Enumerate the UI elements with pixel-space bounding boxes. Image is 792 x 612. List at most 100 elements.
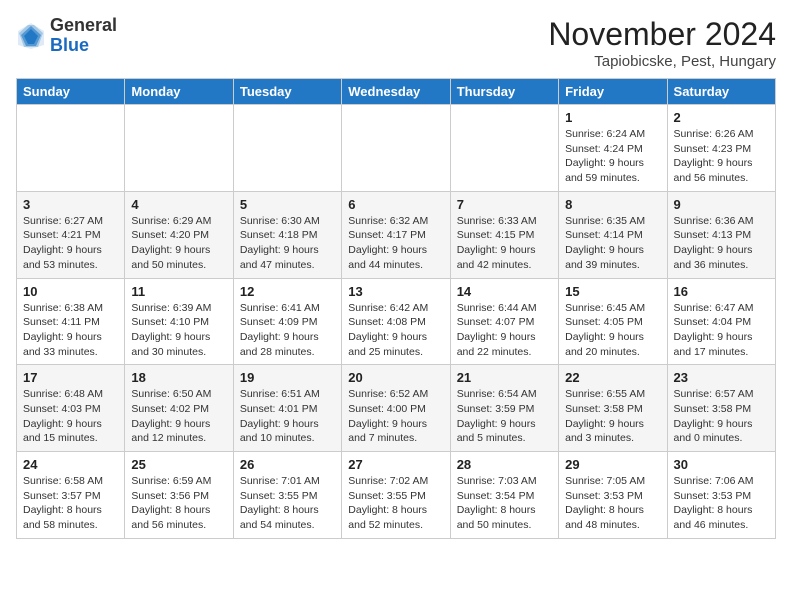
day-info: Sunrise: 6:59 AM Sunset: 3:56 PM Dayligh… (131, 474, 226, 533)
day-info: Sunrise: 6:47 AM Sunset: 4:04 PM Dayligh… (674, 301, 769, 360)
table-row: 6 Sunrise: 6:32 AM Sunset: 4:17 PM Daylig… (342, 191, 450, 278)
day-number: 10 (23, 284, 118, 299)
calendar-table: Sunday Monday Tuesday Wednesday Thursday… (16, 78, 776, 539)
calendar-body: 1 Sunrise: 6:24 AM Sunset: 4:24 PM Daylig… (17, 105, 776, 539)
day-info: Sunrise: 6:58 AM Sunset: 3:57 PM Dayligh… (23, 474, 118, 533)
day-info: Sunrise: 6:44 AM Sunset: 4:07 PM Dayligh… (457, 301, 552, 360)
table-row: 17 Sunrise: 6:48 AM Sunset: 4:03 PM Dayli… (17, 365, 125, 452)
day-info: Sunrise: 6:50 AM Sunset: 4:02 PM Dayligh… (131, 387, 226, 446)
day-info: Sunrise: 6:39 AM Sunset: 4:10 PM Dayligh… (131, 301, 226, 360)
day-number: 28 (457, 457, 552, 472)
day-number: 18 (131, 370, 226, 385)
day-number: 3 (23, 197, 118, 212)
table-row: 5Sunrise: 6:30 AM Sunset: 4:18 PM Daylig… (233, 191, 341, 278)
table-row: 19 Sunrise: 6:51 AM Sunset: 4:01 PM Dayli… (233, 365, 341, 452)
table-row (233, 105, 341, 192)
day-number: 6 (348, 197, 443, 212)
day-number: 16 (674, 284, 769, 299)
table-row: 15Sunrise: 6:45 AM Sunset: 4:05 PM Dayli… (559, 278, 667, 365)
calendar-week-row: 24 Sunrise: 6:58 AM Sunset: 3:57 PM Dayli… (17, 452, 776, 539)
table-row: 25 Sunrise: 6:59 AM Sunset: 3:56 PM Dayli… (125, 452, 233, 539)
table-row: 7Sunrise: 6:33 AM Sunset: 4:15 PM Daylig… (450, 191, 558, 278)
logo: General Blue (16, 16, 117, 56)
table-row: 22 Sunrise: 6:55 AM Sunset: 3:58 PM Dayli… (559, 365, 667, 452)
table-row: 1 Sunrise: 6:24 AM Sunset: 4:24 PM Daylig… (559, 105, 667, 192)
day-info: Sunrise: 7:02 AM Sunset: 3:55 PM Dayligh… (348, 474, 443, 533)
table-row (125, 105, 233, 192)
day-number: 11 (131, 284, 226, 299)
table-row (17, 105, 125, 192)
day-number: 1 (565, 110, 660, 125)
table-row: 30 Sunrise: 7:06 AM Sunset: 3:53 PM Dayli… (667, 452, 775, 539)
table-row: 18 Sunrise: 6:50 AM Sunset: 4:02 PM Dayli… (125, 365, 233, 452)
day-info: Sunrise: 6:55 AM Sunset: 3:58 PM Dayligh… (565, 387, 660, 446)
table-row: 11 Sunrise: 6:39 AM Sunset: 4:10 PM Dayli… (125, 278, 233, 365)
day-info: Sunrise: 7:06 AM Sunset: 3:53 PM Dayligh… (674, 474, 769, 533)
logo-icon (16, 21, 46, 51)
day-info: Sunrise: 7:03 AM Sunset: 3:54 PM Dayligh… (457, 474, 552, 533)
day-info: Sunrise: 7:01 AM Sunset: 3:55 PM Dayligh… (240, 474, 335, 533)
day-info: Sunrise: 6:35 AM Sunset: 4:14 PM Dayligh… (565, 214, 660, 273)
day-info: Sunrise: 6:51 AM Sunset: 4:01 PM Dayligh… (240, 387, 335, 446)
day-info: Sunrise: 7:05 AM Sunset: 3:53 PM Dayligh… (565, 474, 660, 533)
logo-text: General Blue (50, 16, 117, 56)
day-number: 19 (240, 370, 335, 385)
table-row: 21Sunrise: 6:54 AM Sunset: 3:59 PM Dayli… (450, 365, 558, 452)
day-info: Sunrise: 6:26 AM Sunset: 4:23 PM Dayligh… (674, 127, 769, 186)
day-number: 22 (565, 370, 660, 385)
day-number: 30 (674, 457, 769, 472)
logo-blue-text: Blue (50, 36, 117, 56)
day-info: Sunrise: 6:42 AM Sunset: 4:08 PM Dayligh… (348, 301, 443, 360)
day-info: Sunrise: 6:57 AM Sunset: 3:58 PM Dayligh… (674, 387, 769, 446)
calendar-header: Sunday Monday Tuesday Wednesday Thursday… (17, 79, 776, 105)
day-info: Sunrise: 6:32 AM Sunset: 4:17 PM Dayligh… (348, 214, 443, 273)
day-info: Sunrise: 6:41 AM Sunset: 4:09 PM Dayligh… (240, 301, 335, 360)
day-number: 2 (674, 110, 769, 125)
table-row: 8 Sunrise: 6:35 AM Sunset: 4:14 PM Daylig… (559, 191, 667, 278)
day-info: Sunrise: 6:52 AM Sunset: 4:00 PM Dayligh… (348, 387, 443, 446)
calendar-week-row: 1 Sunrise: 6:24 AM Sunset: 4:24 PM Daylig… (17, 105, 776, 192)
day-info: Sunrise: 6:38 AM Sunset: 4:11 PM Dayligh… (23, 301, 118, 360)
location-title: Tapiobicske, Pest, Hungary (548, 53, 776, 70)
col-monday: Monday (125, 79, 233, 105)
table-row: 29 Sunrise: 7:05 AM Sunset: 3:53 PM Dayli… (559, 452, 667, 539)
day-number: 8 (565, 197, 660, 212)
header: General Blue November 2024 Tapiobicske, … (16, 16, 776, 70)
month-title: November 2024 (548, 16, 776, 53)
day-number: 29 (565, 457, 660, 472)
col-wednesday: Wednesday (342, 79, 450, 105)
table-row: 28 Sunrise: 7:03 AM Sunset: 3:54 PM Dayli… (450, 452, 558, 539)
col-tuesday: Tuesday (233, 79, 341, 105)
day-number: 13 (348, 284, 443, 299)
day-number: 25 (131, 457, 226, 472)
table-row: 2 Sunrise: 6:26 AM Sunset: 4:23 PM Daylig… (667, 105, 775, 192)
col-thursday: Thursday (450, 79, 558, 105)
col-saturday: Saturday (667, 79, 775, 105)
day-info: Sunrise: 6:33 AM Sunset: 4:15 PM Dayligh… (457, 214, 552, 273)
day-info: Sunrise: 6:27 AM Sunset: 4:21 PM Dayligh… (23, 214, 118, 273)
table-row: 10 Sunrise: 6:38 AM Sunset: 4:11 PM Dayli… (17, 278, 125, 365)
day-info: Sunrise: 6:24 AM Sunset: 4:24 PM Dayligh… (565, 127, 660, 186)
col-friday: Friday (559, 79, 667, 105)
logo-general-text: General (50, 16, 117, 36)
day-number: 17 (23, 370, 118, 385)
day-number: 24 (23, 457, 118, 472)
table-row: 13 Sunrise: 6:42 AM Sunset: 4:08 PM Dayli… (342, 278, 450, 365)
table-row: 9Sunrise: 6:36 AM Sunset: 4:13 PM Daylig… (667, 191, 775, 278)
calendar-week-row: 10 Sunrise: 6:38 AM Sunset: 4:11 PM Dayli… (17, 278, 776, 365)
day-number: 12 (240, 284, 335, 299)
day-number: 26 (240, 457, 335, 472)
day-number: 20 (348, 370, 443, 385)
day-number: 5 (240, 197, 335, 212)
table-row: 23Sunrise: 6:57 AM Sunset: 3:58 PM Dayli… (667, 365, 775, 452)
col-sunday: Sunday (17, 79, 125, 105)
day-number: 15 (565, 284, 660, 299)
calendar-week-row: 17 Sunrise: 6:48 AM Sunset: 4:03 PM Dayli… (17, 365, 776, 452)
table-row: 3 Sunrise: 6:27 AM Sunset: 4:21 PM Daylig… (17, 191, 125, 278)
table-row: 27Sunrise: 7:02 AM Sunset: 3:55 PM Dayli… (342, 452, 450, 539)
day-info: Sunrise: 6:48 AM Sunset: 4:03 PM Dayligh… (23, 387, 118, 446)
table-row (342, 105, 450, 192)
table-row: 12 Sunrise: 6:41 AM Sunset: 4:09 PM Dayli… (233, 278, 341, 365)
weekday-row: Sunday Monday Tuesday Wednesday Thursday… (17, 79, 776, 105)
day-info: Sunrise: 6:36 AM Sunset: 4:13 PM Dayligh… (674, 214, 769, 273)
